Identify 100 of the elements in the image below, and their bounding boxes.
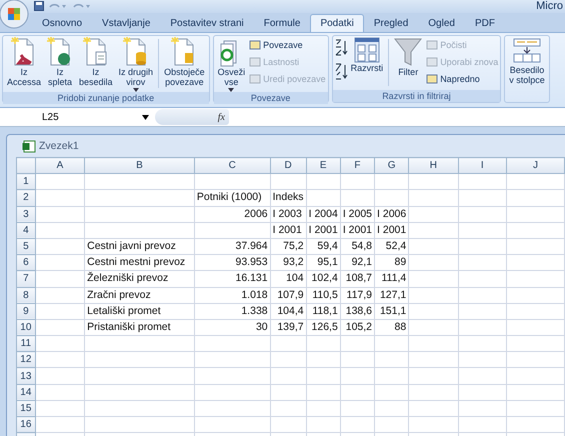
row-header[interactable]: 2 <box>16 190 36 206</box>
ribbon-tab[interactable]: PDF <box>464 14 505 32</box>
save-icon[interactable] <box>34 0 44 10</box>
ribbon-button[interactable]: Iz Accessa <box>4 37 44 87</box>
columns-icon <box>512 37 542 65</box>
row-header[interactable]: 8 <box>16 287 36 304</box>
column-header[interactable]: J <box>506 158 564 174</box>
row-header[interactable]: 10 <box>16 319 36 336</box>
table-cell: 151,1 <box>374 303 409 320</box>
row-header[interactable]: 7 <box>16 270 36 287</box>
group-label: Povezave <box>214 92 328 104</box>
dropdown-arrow-icon[interactable] <box>142 114 149 120</box>
row-header[interactable]: 16 <box>16 416 36 433</box>
table-cell: 108,7 <box>340 270 375 287</box>
column-header[interactable]: I <box>458 158 506 174</box>
table-cell: 117,9 <box>340 287 375 304</box>
column-header[interactable]: A <box>35 158 85 174</box>
spreadsheet-icon <box>22 140 36 152</box>
ribbon-button[interactable]: Filter <box>391 37 426 77</box>
column-header[interactable]: D <box>270 158 306 174</box>
ribbon-tab[interactable]: Pregled <box>364 14 418 32</box>
table-cell: 2006 <box>194 206 270 222</box>
column-header[interactable]: C <box>194 158 270 174</box>
table-cell: I 2001 <box>270 222 306 238</box>
table-cell: 95,1 <box>306 254 340 271</box>
table-cell: 16.131 <box>194 270 270 287</box>
row-header[interactable]: 12 <box>16 352 36 368</box>
table-cell: I 2005 <box>340 206 375 222</box>
table-cell: 139,7 <box>270 319 306 336</box>
table-cell: 110,5 <box>306 287 340 304</box>
small-command-icon <box>426 73 438 85</box>
column-header[interactable]: F <box>340 158 375 174</box>
table-cell: I 2003 <box>270 206 306 222</box>
small-command-icon <box>426 39 438 51</box>
table-cell: 118,1 <box>306 303 340 320</box>
sort-ascending-icon[interactable] <box>334 39 348 57</box>
ribbon-small-button[interactable]: Napredno <box>425 71 500 87</box>
table-cell: Železniški prevoz <box>84 270 194 287</box>
table-cell: 37.964 <box>194 238 270 255</box>
ribbon-tab[interactable]: Vstavljanje <box>92 14 160 32</box>
table-cell: 75,2 <box>270 238 306 255</box>
table-cell: 1.338 <box>194 303 270 320</box>
name-box[interactable]: L25 <box>0 112 142 122</box>
table-cell: Pristaniški promet <box>84 319 194 336</box>
row-header[interactable]: 1 <box>16 174 36 190</box>
small-command-icon <box>249 73 262 85</box>
row-header[interactable]: 3 <box>16 206 36 222</box>
ribbon-small-button[interactable]: Povezave <box>248 37 327 53</box>
table-cell: Cestni mestni prevoz <box>84 254 194 271</box>
ribbon-tab[interactable]: Podatki <box>310 14 364 32</box>
group-label: Razvrsti in filtriraj <box>332 90 500 102</box>
ribbon-button[interactable]: Iz spleta <box>44 37 76 87</box>
row-header[interactable]: 14 <box>16 384 36 400</box>
ribbon-button[interactable]: Obstoječe povezave <box>161 37 208 87</box>
row-header[interactable]: 13 <box>16 368 36 384</box>
table-cell: 93,2 <box>270 254 306 271</box>
ribbon-button[interactable]: Razvrsti <box>348 37 386 73</box>
table-cell: 92,1 <box>340 254 375 271</box>
table-cell: 52,4 <box>374 238 409 255</box>
table-cell: 59,4 <box>306 238 340 255</box>
table-cell: 127,1 <box>374 287 409 304</box>
table-cell: I 2006 <box>374 206 409 222</box>
table-cell: 104,4 <box>270 303 306 320</box>
ribbon-tab[interactable]: Postavitev strani <box>160 14 254 32</box>
row-header[interactable]: 11 <box>16 336 36 352</box>
ribbon-tab[interactable]: Formule <box>254 14 310 32</box>
ribbon-tab[interactable]: Ogled <box>418 14 465 32</box>
table-cell: 105,2 <box>340 319 375 336</box>
column-header[interactable]: H <box>408 158 458 174</box>
small-command-icon <box>426 56 438 68</box>
table-cell: Indeks <box>270 190 306 206</box>
column-header[interactable]: B <box>84 158 194 174</box>
table-cell: Potniki (1000) <box>194 190 270 206</box>
table-cell: 138,6 <box>340 303 375 320</box>
small-command-icon <box>249 39 262 51</box>
ribbon-tab[interactable]: Osnovno <box>32 14 92 32</box>
column-header[interactable]: G <box>374 158 409 174</box>
table-cell: 93.953 <box>194 254 270 271</box>
table-cell: 107,9 <box>270 287 306 304</box>
row-header[interactable]: 9 <box>16 303 36 320</box>
small-command-icon <box>249 56 262 68</box>
table-cell: Zračni prevoz <box>84 287 194 304</box>
table-cell: 102,4 <box>306 270 340 287</box>
ribbon-button[interactable]: Besedilo v stolpce <box>506 37 548 85</box>
funnel-icon <box>394 37 422 67</box>
table-cell: 126,5 <box>306 319 340 336</box>
sort-descending-icon[interactable] <box>334 63 348 81</box>
ribbon-button[interactable]: Iz drugih virov <box>116 37 156 92</box>
table-cell: 30 <box>194 319 270 336</box>
group-label: Pridobi zunanje podatke <box>3 92 209 104</box>
table-cell: I 2001 <box>306 222 340 238</box>
row-header[interactable]: 5 <box>16 238 36 255</box>
ribbon-button[interactable]: Osveži vse <box>214 37 248 92</box>
window-title: Micro <box>536 0 564 12</box>
row-header[interactable]: 4 <box>16 222 36 238</box>
ribbon-button[interactable]: Iz besedila <box>76 37 116 87</box>
row-header[interactable]: 15 <box>16 400 36 416</box>
column-header[interactable]: E <box>306 158 340 174</box>
insert-function-button[interactable]: fx <box>155 109 229 125</box>
row-header[interactable]: 6 <box>16 254 36 271</box>
